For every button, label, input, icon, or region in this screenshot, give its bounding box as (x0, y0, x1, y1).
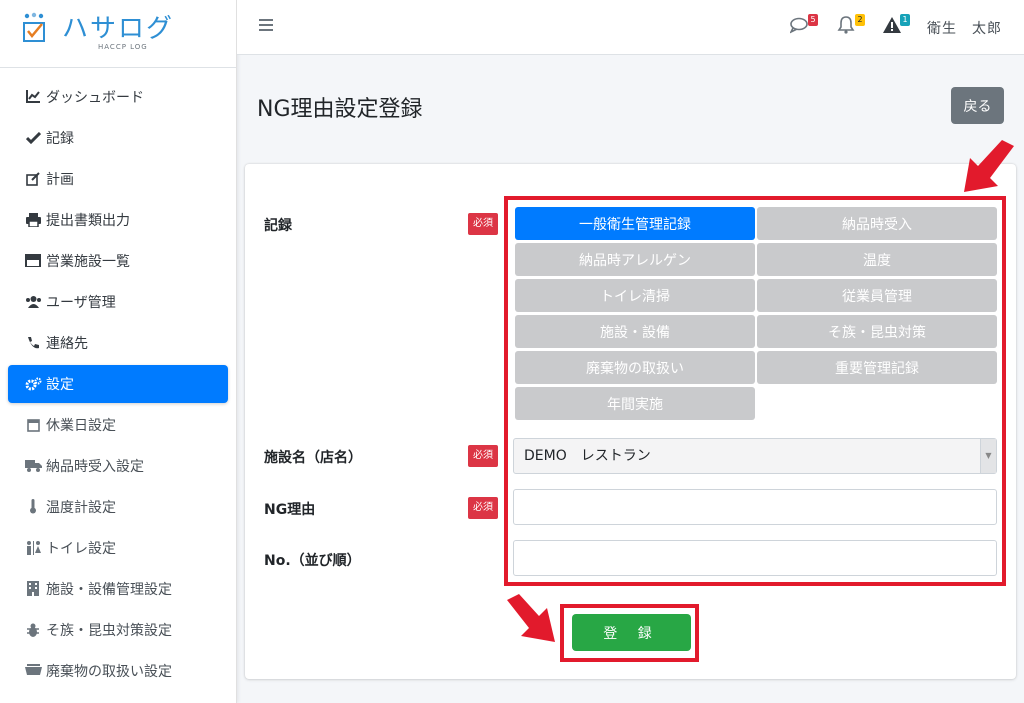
category-waste[interactable]: 廃棄物の取扱い (515, 351, 755, 384)
restroom-icon (24, 540, 42, 556)
edit-icon (24, 171, 42, 187)
facility-select[interactable]: DEMO レストラン ▼ (513, 438, 997, 474)
dumpster-icon (24, 663, 42, 679)
required-badge: 必須 (468, 445, 498, 467)
print-icon (24, 212, 42, 228)
sidebar-item-label: ダッシュボード (46, 89, 144, 106)
notifications-badge: 2 (855, 14, 865, 26)
sidebar-item-label: 提出書類出力 (46, 212, 130, 229)
alerts-badge: 1 (900, 14, 910, 26)
category-delivery[interactable]: 納品時受入 (757, 207, 997, 240)
category-general-hygiene[interactable]: 一般衛生管理記録 (515, 207, 755, 240)
comments-icon (789, 17, 808, 34)
cogs-icon (24, 376, 42, 392)
topbar: 5 2 1 衛生 太郎 (237, 0, 1024, 55)
required-badge: 必須 (468, 497, 498, 519)
sidebar-item-label: 休業日設定 (46, 417, 116, 434)
user-menu[interactable]: 衛生 太郎 (927, 18, 1002, 38)
sidebar-item-label: 営業施設一覧 (46, 253, 130, 270)
sidebar-item-label: 設定 (46, 377, 74, 393)
brand-name: ハサログ (62, 14, 175, 44)
sidebar-item-toilet[interactable]: トイレ設定 (0, 527, 236, 568)
ng-reason-label: NG理由 (264, 502, 316, 518)
facility-label: 施設名（店名） (264, 450, 362, 466)
thermometer-icon (24, 499, 42, 515)
sidebar-item-dashboard[interactable]: ダッシュボード (0, 76, 236, 117)
brand-subtitle: HACCP LOG (98, 43, 148, 51)
users-icon (24, 294, 42, 310)
required-badge: 必須 (468, 213, 498, 235)
calendar-icon (24, 417, 42, 433)
category-annual[interactable]: 年間実施 (515, 387, 755, 420)
ng-reason-input[interactable] (513, 489, 997, 525)
arrow-icon (507, 594, 555, 642)
chart-line-icon (24, 89, 42, 105)
check-icon (24, 130, 42, 146)
sidebar-item-pest[interactable]: そ族・昆虫対策設定 (0, 609, 236, 650)
sidebar-item-thermometer[interactable]: 温度計設定 (0, 486, 236, 527)
sidebar-item-contacts[interactable]: 連絡先 (0, 322, 236, 363)
category-delivery-allergen[interactable]: 納品時アレルゲン (515, 243, 755, 276)
order-label: No.（並び順） (264, 553, 361, 569)
submit-button[interactable]: 登 録 (572, 614, 691, 651)
sidebar-item-label: トイレ設定 (46, 540, 116, 557)
messages-badge: 5 (808, 14, 818, 26)
sidebar-item-settings[interactable]: 設定 (8, 365, 228, 403)
sidebar-item-label: 温度計設定 (46, 499, 116, 516)
category-critical-control[interactable]: 重要管理記録 (757, 351, 997, 384)
category-temperature[interactable]: 温度 (757, 243, 997, 276)
sidebar-item-holidays[interactable]: 休業日設定 (0, 404, 236, 445)
warning-icon (883, 17, 901, 33)
sidebar-item-label: そ族・昆虫対策設定 (46, 622, 172, 639)
category-equipment[interactable]: 施設・設備 (515, 315, 755, 348)
category-toilet[interactable]: トイレ清掃 (515, 279, 755, 312)
sidebar: ハサログ HACCP LOG ダッシュボード 記録 計画 提出書類出力 営業施設… (0, 0, 237, 703)
order-input[interactable] (513, 540, 997, 576)
category-staff[interactable]: 従業員管理 (757, 279, 997, 312)
sidebar-item-facilities[interactable]: 営業施設一覧 (0, 240, 236, 281)
facility-select-value: DEMO レストラン (524, 448, 651, 464)
caret-down-icon: ▼ (980, 439, 996, 473)
bell-icon (837, 16, 855, 34)
sidebar-item-label: 納品時受入設定 (46, 458, 144, 475)
bug-icon (24, 622, 42, 638)
logo-icon (23, 12, 45, 42)
arrow-icon (964, 140, 1014, 192)
truck-icon (24, 458, 42, 474)
sidebar-item-label: 廃棄物の取扱い設定 (46, 663, 172, 680)
sidebar-item-waste[interactable]: 廃棄物の取扱い設定 (0, 650, 236, 691)
sidebar-item-label: 施設・設備管理設定 (46, 581, 172, 598)
sidebar-item-records[interactable]: 記録 (0, 117, 236, 158)
building-icon (24, 581, 42, 597)
phone-icon (24, 335, 42, 351)
sidebar-item-label: 記録 (46, 130, 74, 147)
sidebar-item-print[interactable]: 提出書類出力 (0, 199, 236, 240)
back-button[interactable]: 戻る (951, 87, 1004, 124)
record-label: 記録 (264, 218, 292, 234)
sidebar-item-users[interactable]: ユーザ管理 (0, 281, 236, 322)
sidebar-item-plan[interactable]: 計画 (0, 158, 236, 199)
sidebar-item-label: ユーザ管理 (46, 294, 116, 311)
store-icon (24, 253, 42, 269)
page-title: NG理由設定登録 (257, 97, 423, 122)
menu-toggle-icon[interactable] (259, 17, 273, 35)
sidebar-item-equipment[interactable]: 施設・設備管理設定 (0, 568, 236, 609)
sidebar-item-label: 連絡先 (46, 335, 88, 352)
sidebar-nav: ダッシュボード 記録 計画 提出書類出力 営業施設一覧 ユーザ管理 連絡先 設定… (0, 68, 236, 703)
category-pest[interactable]: そ族・昆虫対策 (757, 315, 997, 348)
notifications-button[interactable]: 2 (837, 14, 865, 36)
sidebar-item-label: 計画 (46, 171, 74, 188)
brand[interactable]: ハサログ HACCP LOG (0, 0, 236, 68)
messages-button[interactable]: 5 (789, 14, 818, 36)
sidebar-item-delivery[interactable]: 納品時受入設定 (0, 445, 236, 486)
alerts-button[interactable]: 1 (882, 14, 910, 36)
